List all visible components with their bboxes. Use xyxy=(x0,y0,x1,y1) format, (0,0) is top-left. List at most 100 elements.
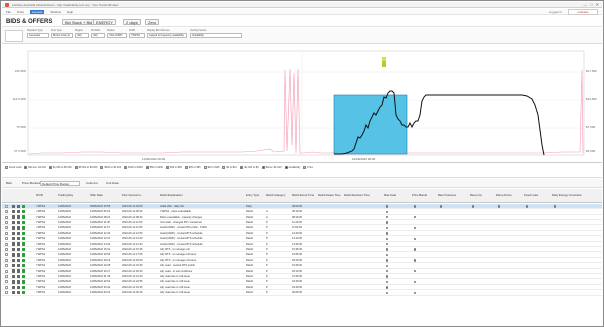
chart-icon[interactable] xyxy=(17,209,21,214)
row-checkbox[interactable] xyxy=(5,215,8,219)
unit-data-button[interactable]: Unit Data xyxy=(106,181,119,185)
menu-tools[interactable]: Tools xyxy=(17,10,24,14)
view-icon[interactable] xyxy=(12,258,16,262)
chart-icon[interactable] xyxy=(17,247,21,252)
row-checkbox[interactable] xyxy=(5,280,8,284)
chart-icon[interactable] xyxy=(17,220,21,225)
chart-icon[interactable] xyxy=(17,236,21,241)
table-row[interactable]: YWPS4 12/06/2022 12/06/2022 15:41 2022-06-1… xyxy=(2,247,602,253)
unit-icon[interactable] xyxy=(22,290,26,295)
chart-icon[interactable] xyxy=(17,290,21,295)
row-checkbox[interactable] xyxy=(5,242,8,246)
chart-icon[interactable] xyxy=(17,226,21,230)
unit-icon[interactable] xyxy=(22,269,26,273)
col-ramp-up[interactable]: Ramp Up xyxy=(470,193,482,197)
minimize-icon[interactable]: — xyxy=(583,2,587,7)
chart-icon[interactable] xyxy=(17,258,21,262)
price-bucket-select[interactable]: Default Price Bucket xyxy=(40,181,80,186)
row-checkbox[interactable] xyxy=(5,220,8,224)
legend-item[interactable]: $1,000 to $5,000 xyxy=(48,166,72,169)
filter-dispatch-type[interactable]: Dispatch Type Generator xyxy=(27,29,49,38)
row-checkbox[interactable] xyxy=(5,291,8,295)
legend-item[interactable]: $100 to $300 xyxy=(124,166,143,169)
filter-duid[interactable]: DUID YWPS4 xyxy=(129,29,145,38)
chart-icon[interactable] xyxy=(17,263,21,268)
col-max-avail[interactable]: Max Avail xyxy=(384,193,396,197)
table-row[interactable]: YWPS4 12/06/2022 12/06/2022 11:57 2022-06-1… xyxy=(2,226,602,231)
legend-item[interactable]: $35 to $50 xyxy=(165,166,182,169)
col-rebid-aware-time[interactable]: Rebid Aware Time xyxy=(318,193,341,197)
row-checkbox[interactable] xyxy=(5,253,8,257)
legend-item[interactable]: Below -$1,000 xyxy=(261,166,282,169)
view-icon[interactable] xyxy=(12,280,16,284)
table-row[interactable]: YWPS4 12/06/2022 12/06/2022 21:36 2022-06-1… xyxy=(2,274,602,280)
unit-icon[interactable] xyxy=(22,253,26,257)
chart-icon[interactable] xyxy=(17,231,21,235)
legend-item[interactable]: $300 to $1,000 xyxy=(100,166,121,169)
col-band-volumes[interactable]: Band Volumes xyxy=(438,193,456,197)
unit-icon[interactable] xyxy=(22,209,26,214)
menu-layouts[interactable]: Layouts xyxy=(29,9,45,14)
legend-item[interactable]: $50 to $100 xyxy=(145,166,163,169)
row-checkbox[interactable] xyxy=(5,264,8,268)
legend-item[interactable]: -$1,000 to $0 xyxy=(239,166,259,169)
chart-icon[interactable] xyxy=(17,204,21,208)
view-icon[interactable] xyxy=(12,226,16,230)
legend-item[interactable]: Bid Ava. $1,000 xyxy=(24,166,46,169)
duration-dropdown[interactable]: 2 days xyxy=(123,19,141,25)
unit-icon[interactable] xyxy=(22,258,26,262)
filter-fuel-type[interactable]: Fuel Type Brown Coal (1) xyxy=(51,29,73,38)
unit-icon[interactable] xyxy=(22,285,26,289)
legend-item[interactable]: $5,000 to $9,000 xyxy=(74,166,97,169)
col-ramp-down[interactable]: Ramp Down xyxy=(496,193,511,197)
chart-icon[interactable] xyxy=(17,242,21,246)
row-checkbox[interactable] xyxy=(5,210,8,214)
view-icon[interactable] xyxy=(12,285,16,289)
table-row[interactable]: YWPS4 12/06/2022 13/06/2022 00:10 2022-06-1… xyxy=(2,290,602,296)
unit-icon[interactable] xyxy=(22,215,26,219)
row-checkbox[interactable] xyxy=(5,258,8,262)
filter-region[interactable]: Region (All) xyxy=(75,29,89,38)
row-checkbox[interactable] xyxy=(5,247,8,251)
chart-icon[interactable] xyxy=(17,280,21,284)
view-icon[interactable] xyxy=(12,231,16,235)
unit-icon[interactable] xyxy=(22,204,26,208)
view-icon[interactable] xyxy=(12,220,16,225)
view-icon[interactable] xyxy=(12,263,16,268)
col-rebid-category[interactable]: Rebid Category xyxy=(266,193,285,197)
view-icon[interactable] xyxy=(12,269,16,273)
row-checkbox[interactable] xyxy=(5,231,8,235)
col-price-bands[interactable]: Price Bands xyxy=(412,193,427,197)
col-fixed-load[interactable]: Fixed Load xyxy=(524,193,538,197)
row-checkbox[interactable] xyxy=(5,274,8,278)
view-icon[interactable] xyxy=(12,215,16,219)
col-first-interval[interactable]: First Interval In... xyxy=(122,193,143,197)
chart-icon[interactable] xyxy=(17,253,21,257)
unit-icon[interactable] xyxy=(22,263,26,268)
unit-icon[interactable] xyxy=(22,226,26,230)
col-rebid-explanation[interactable]: Rebid Explanation xyxy=(160,193,183,197)
chart-icon[interactable] xyxy=(17,274,21,279)
row-checkbox[interactable] xyxy=(5,237,8,241)
maximize-icon[interactable]: □ xyxy=(590,2,592,7)
legend-item[interactable]: $0 to $10 xyxy=(222,166,237,169)
filter-overlay-series[interactable]: Overlay Series Availability xyxy=(190,29,242,38)
close-icon[interactable]: ✕ xyxy=(596,2,599,7)
filter-portfolio[interactable]: Portfolio (All) xyxy=(91,29,105,38)
columns-button[interactable]: Columns xyxy=(86,181,98,185)
unit-icon[interactable] xyxy=(22,220,26,225)
view-icon[interactable] xyxy=(12,209,16,214)
col-daily-energy[interactable]: Daily Energy Constraint xyxy=(552,193,581,197)
filter-station[interactable]: Station YALLOURN xyxy=(107,29,127,38)
view-icon[interactable] xyxy=(12,253,16,257)
unit-icon[interactable] xyxy=(22,247,26,252)
table-row[interactable]: YWPS4 12/06/2022 12/06/2022 13:14 2022-06-1… xyxy=(2,236,602,242)
row-checkbox[interactable] xyxy=(5,285,8,289)
table-row[interactable]: YWPS4 12/06/2022 12/06/2022 19:28 2022-06-1… xyxy=(2,263,602,269)
col-entry-type[interactable]: Entry Type xyxy=(246,193,259,197)
unit-icon[interactable] xyxy=(22,242,26,246)
row-checkbox[interactable] xyxy=(5,269,8,273)
col-rebid-event-time[interactable]: Rebid Event Time xyxy=(292,193,314,197)
col-rebid-decision-time[interactable]: Rebid Decision Time xyxy=(344,193,370,197)
view-icon[interactable] xyxy=(12,290,16,295)
